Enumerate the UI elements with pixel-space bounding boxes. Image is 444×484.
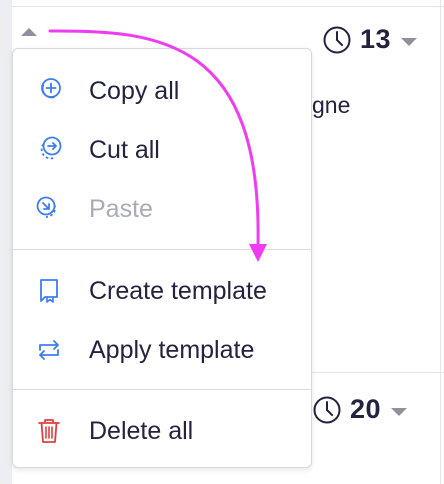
time-value: 13 [360, 24, 392, 54]
clock-icon [313, 396, 341, 423]
trash-icon [33, 415, 65, 447]
actions-menu: Copy all Cut all Paste Create template A… [12, 48, 312, 468]
paste-item[interactable]: Paste [13, 183, 311, 235]
swap-arrows-icon [33, 334, 65, 366]
bookmark-icon [33, 275, 65, 307]
delete-all-item[interactable]: Delete all [13, 405, 311, 457]
time-selector-top[interactable]: 13 [322, 24, 418, 55]
collapse-button[interactable] [14, 22, 44, 42]
right-divider [440, 0, 441, 484]
chevron-down-icon[interactable] [401, 37, 418, 46]
paste-icon [33, 193, 65, 225]
menu-item-label: Cut all [89, 135, 160, 164]
row-divider [12, 6, 444, 7]
copy-all-item[interactable]: Copy all [13, 65, 311, 117]
chevron-down-icon[interactable] [391, 407, 408, 416]
menu-item-label: Paste [89, 194, 153, 223]
menu-item-label: Create template [89, 276, 267, 305]
apply-template-item[interactable]: Apply template [13, 324, 311, 376]
cut-all-item[interactable]: Cut all [13, 124, 311, 176]
menu-separator [13, 389, 311, 390]
chevron-up-icon [21, 28, 37, 36]
clock-icon [323, 26, 351, 53]
left-gutter [0, 0, 12, 484]
create-template-item[interactable]: Create template [13, 265, 311, 317]
menu-item-label: Copy all [89, 76, 180, 105]
menu-item-label: Delete all [89, 416, 194, 445]
row-divider [312, 372, 444, 373]
partial-text: gne [312, 92, 351, 118]
time-selector-bottom[interactable]: 20 [312, 394, 408, 425]
menu-item-label: Apply template [89, 335, 255, 364]
time-value: 20 [350, 394, 382, 424]
menu-separator [13, 249, 311, 250]
copy-plus-icon [33, 75, 65, 107]
cut-icon [33, 134, 65, 166]
